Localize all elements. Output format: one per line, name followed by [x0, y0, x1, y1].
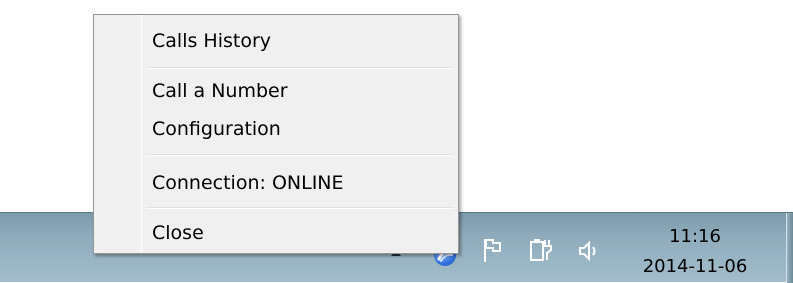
menu-item-calls-history[interactable]: Calls History — [152, 24, 448, 58]
menu-separator — [146, 67, 454, 69]
clock-time: 11:16 — [669, 226, 721, 247]
clock-date: 2014-11-06 — [642, 256, 748, 277]
menu-separator — [146, 154, 454, 156]
power-icon[interactable] — [527, 234, 553, 266]
menu-item-call-a-number[interactable]: Call a Number — [152, 74, 448, 108]
tray-context-menu: Calls History Call a Number Configuratio… — [93, 14, 459, 254]
menu-item-configuration[interactable]: Configuration — [152, 112, 448, 146]
show-desktop-button[interactable] — [786, 213, 793, 283]
action-center-flag-icon[interactable] — [480, 235, 504, 265]
menu-separator — [146, 207, 454, 209]
menu-gutter-divider — [141, 15, 142, 253]
menu-item-connection-status[interactable]: Connection: ONLINE — [152, 166, 448, 200]
tray-clock[interactable]: 11:16 2014-11-06 — [628, 225, 762, 282]
menu-icon-gutter — [94, 15, 142, 253]
menu-item-close[interactable]: Close — [152, 216, 448, 250]
volume-icon[interactable] — [575, 236, 601, 266]
